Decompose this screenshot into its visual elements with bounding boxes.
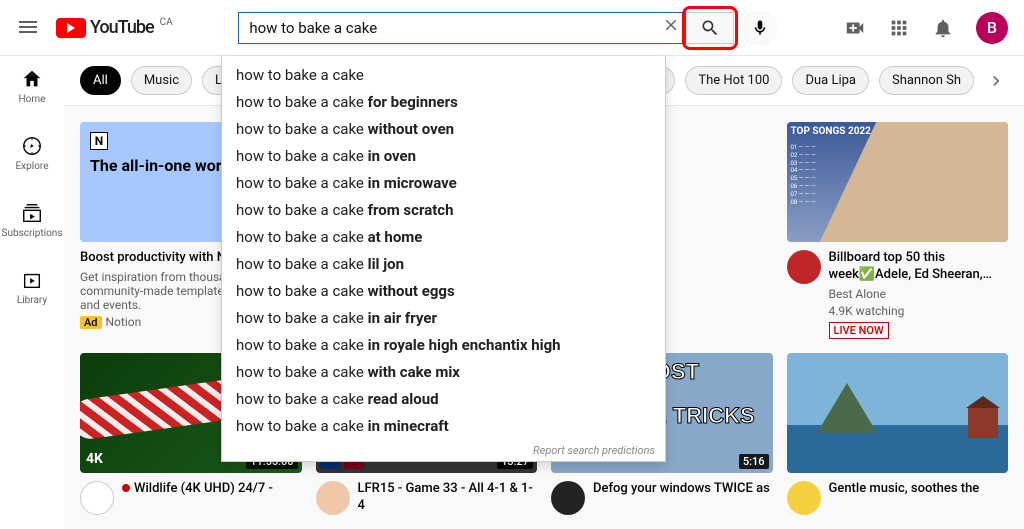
home-icon <box>21 68 43 90</box>
search-suggestion[interactable]: how to bake a cake lil jon <box>222 251 665 278</box>
ad-logo: N <box>90 132 108 150</box>
youtube-logo[interactable]: YouTube CA <box>56 17 173 38</box>
video-card[interactable]: TOP SONGS 2022 01 — — —02 — — —03 — — —0… <box>787 122 1009 339</box>
search-suggestion[interactable]: how to bake a cake <box>222 62 665 89</box>
video-title: LFR15 - Game 33 - All 4-1 & 1-4 <box>358 481 538 515</box>
logo-text: YouTube <box>90 17 154 38</box>
sidebar-item-subscriptions[interactable]: Subscriptions <box>0 196 64 245</box>
chip-music[interactable]: Music <box>131 66 192 95</box>
chip-hot100[interactable]: The Hot 100 <box>685 66 782 95</box>
notifications-icon[interactable] <box>932 17 954 39</box>
video-title: Defog your windows TWICE as <box>593 481 770 498</box>
channel-avatar[interactable] <box>787 250 821 284</box>
channel-avatar[interactable] <box>316 481 350 515</box>
search-input[interactable] <box>239 19 657 37</box>
channel-avatar[interactable] <box>787 481 821 515</box>
sidebar-label: Home <box>19 94 46 105</box>
channel-name[interactable]: Best Alone <box>829 287 1009 301</box>
subscriptions-icon <box>21 202 43 224</box>
apps-icon[interactable] <box>888 17 910 39</box>
video-card[interactable]: Gentle music, soothes the <box>787 353 1009 515</box>
video-thumbnail <box>787 353 1009 473</box>
search-button[interactable] <box>686 12 734 44</box>
search-suggestion[interactable]: how to bake a cake at home <box>222 224 665 251</box>
search-icon <box>700 18 720 38</box>
thumbnail-overlay: 4K <box>86 451 103 467</box>
sidebar-item-library[interactable]: Library <box>0 263 64 312</box>
search-suggestion[interactable]: how to bake a cake with cake mix <box>222 359 665 386</box>
search-suggestion[interactable]: how to bake a cake in minecraft <box>222 413 665 440</box>
chevron-right-icon <box>987 72 1005 90</box>
search-bar <box>238 10 778 46</box>
search-suggestion[interactable]: how to bake a cake read aloud <box>222 386 665 413</box>
chip-dualipa[interactable]: Dua Lipa <box>792 66 869 95</box>
search-suggestion[interactable]: how to bake a cake from scratch <box>222 197 665 224</box>
create-icon[interactable] <box>844 17 866 39</box>
search-suggestion[interactable]: how to bake a cake in royale high enchan… <box>222 332 665 359</box>
search-suggestions: how to bake a cakehow to bake a cake for… <box>221 56 666 462</box>
live-dot-icon <box>122 484 130 492</box>
search-suggestion[interactable]: how to bake a cake in microwave <box>222 170 665 197</box>
account-avatar[interactable]: B <box>976 12 1008 44</box>
microphone-icon <box>751 19 769 37</box>
search-suggestion[interactable]: how to bake a cake without eggs <box>222 278 665 305</box>
video-title: Wildlife (4K UHD) 24/7 - <box>122 481 273 498</box>
library-icon <box>21 269 43 291</box>
region-code: CA <box>160 17 173 28</box>
channel-avatar[interactable] <box>80 481 114 515</box>
report-predictions-link[interactable]: Report search predictions <box>222 440 665 459</box>
chips-scroll-right[interactable] <box>984 69 1008 93</box>
video-duration: 5:16 <box>739 454 769 469</box>
live-badge: LIVE NOW <box>829 322 889 339</box>
sidebar-item-home[interactable]: Home <box>0 62 64 111</box>
thumbnail-overlay: TOP SONGS 2022 <box>791 126 871 137</box>
header: YouTube CA B <box>0 0 1024 56</box>
sidebar-item-explore[interactable]: Explore <box>0 129 64 178</box>
search-suggestion[interactable]: how to bake a cake in oven <box>222 143 665 170</box>
video-thumbnail: TOP SONGS 2022 01 — — —02 — — —03 — — —0… <box>787 122 1009 242</box>
chip-all[interactable]: All <box>80 66 121 95</box>
search-suggestion[interactable]: how to bake a cake for beginners <box>222 89 665 116</box>
search-suggestion[interactable]: how to bake a cake in air fryer <box>222 305 665 332</box>
menu-icon[interactable] <box>16 16 40 40</box>
sidebar: Home Explore Subscriptions Library <box>0 56 64 529</box>
sidebar-label: Explore <box>16 161 49 172</box>
search-suggestion[interactable]: how to bake a cake without oven <box>222 116 665 143</box>
explore-icon <box>21 135 43 157</box>
video-meta: 4.9K watching <box>829 304 1009 318</box>
video-title: Billboard top 50 this week✅Adele, Ed She… <box>829 250 1009 284</box>
video-title: Gentle music, soothes the <box>829 481 980 498</box>
clear-search-button[interactable] <box>657 16 685 39</box>
ad-badge: Ad <box>80 316 102 329</box>
play-icon <box>56 18 86 38</box>
sidebar-label: Library <box>17 295 47 306</box>
sidebar-label: Subscriptions <box>2 228 63 239</box>
channel-avatar[interactable] <box>551 481 585 515</box>
voice-search-button[interactable] <box>742 10 778 46</box>
chip-shannon[interactable]: Shannon Sh <box>879 66 974 95</box>
search-box <box>238 12 686 44</box>
